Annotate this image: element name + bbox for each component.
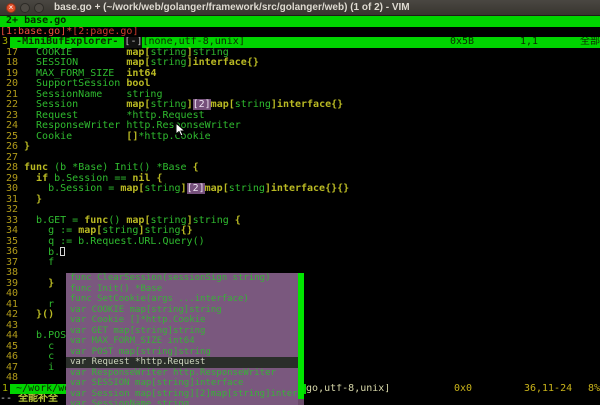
line-text: } — [18, 279, 54, 290]
popup-item[interactable]: var ResponseWriter http.ResponseWriter — [66, 368, 304, 379]
line-text: } — [18, 142, 30, 153]
line-text: q := b.Request.URL.Query() — [18, 237, 205, 248]
line-text: }() — [18, 310, 54, 321]
line-number: 42 — [0, 310, 18, 321]
minibuf-hex-value: 0x5B — [450, 37, 520, 48]
popup-item[interactable]: var POST map[string]string — [66, 347, 304, 358]
code-line[interactable]: 35 q := b.Request.URL.Query() — [0, 237, 600, 248]
minibuf-ruler: 0x5B 1,1 全部 — [450, 37, 600, 48]
code-line[interactable]: 36 b. — [0, 247, 600, 258]
file-status-right: go,utf-8,unix] 0x0 36,11-24 8% — [306, 384, 600, 395]
line-number: 44 — [0, 331, 18, 342]
line-number: 46 — [0, 352, 18, 363]
line-text: i — [18, 363, 54, 374]
popup-item[interactable]: func ClearSession(sessionSign string) — [66, 273, 304, 284]
line-number: 36 — [0, 247, 18, 258]
popup-item[interactable]: var Session map[string][2]map[string]int… — [66, 389, 304, 400]
popup-item[interactable]: func SetCookie(args ...interface) — [66, 294, 304, 305]
code-line[interactable]: 30 b.Session = map[string][2]map[string]… — [0, 184, 600, 195]
popup-scrollbar-thumb[interactable] — [298, 273, 304, 399]
buffer-entry-page-go[interactable]: [2:page.go] — [72, 27, 138, 37]
line-text: } — [18, 195, 42, 206]
line-number: 38 — [0, 268, 18, 279]
tab-base-go[interactable]: 2+ base.go — [0, 16, 72, 26]
minibufexplorer-buffer-list: [1:base.go]*[2:page.go] — [0, 27, 600, 38]
popup-item[interactable]: var SessionName string — [66, 399, 304, 405]
insert-cursor — [60, 247, 65, 256]
line-number: 32 — [0, 205, 18, 216]
popup-item[interactable]: var COOKIE map[string]string — [66, 305, 304, 316]
line-number: 26 — [0, 142, 18, 153]
vim-tabline: 2+ base.go — [0, 16, 600, 27]
line-number: 48 — [0, 373, 18, 384]
file-format-chip: go,utf-8,unix] — [306, 384, 390, 395]
cmdline-dashes: -- — [0, 394, 18, 404]
line-text: b.Session = map[string][2]map[string]int… — [18, 184, 349, 195]
window-minimize-button[interactable] — [20, 3, 30, 13]
line-number: 34 — [0, 226, 18, 237]
window-title: base.go + (~/work/web/golanger/framework… — [54, 2, 410, 13]
file-cursor-pos: 36,11-24 — [524, 384, 588, 395]
minibuf-scroll-pct: 全部 — [580, 37, 600, 48]
popup-item[interactable]: var SESSION map[string]interface — [66, 378, 304, 389]
window-titlebar: × base.go + (~/work/web/golanger/framewo… — [0, 0, 600, 16]
line-number: 22 — [0, 100, 18, 111]
popup-scrollbar[interactable] — [298, 273, 304, 405]
line-number: 20 — [0, 79, 18, 90]
vim-screen: 2+ base.go [1:base.go]*[2:page.go] 3 -Mi… — [0, 16, 600, 405]
code-line[interactable]: 31 } — [0, 195, 600, 206]
popup-item[interactable]: var MAX_FORM_SIZE int64 — [66, 336, 304, 347]
line-number: 18 — [0, 58, 18, 69]
popup-item-selected[interactable]: var Request *http.Request — [66, 357, 304, 368]
code-line[interactable]: 26} — [0, 142, 600, 153]
line-number: 30 — [0, 184, 18, 195]
file-ruler: 0x0 36,11-24 8% — [454, 384, 600, 395]
line-text — [18, 373, 24, 384]
buffer-entry-base-go[interactable]: [1:base.go]* — [0, 27, 72, 37]
window-maximize-button[interactable] — [34, 3, 44, 13]
popup-item[interactable]: var Cookie []*http.Cookie — [66, 315, 304, 326]
line-number: 28 — [0, 163, 18, 174]
line-number: 40 — [0, 289, 18, 300]
popup-item[interactable]: var GET map[string]string — [66, 326, 304, 337]
file-scroll-pct: 8% — [588, 384, 600, 395]
line-number: 24 — [0, 121, 18, 132]
minibuf-buffer-number: 3 — [0, 37, 10, 48]
minibuf-cursor-pos: 1,1 — [520, 37, 580, 48]
completion-popup-menu: func ClearSession(sessionSign string)fun… — [66, 273, 304, 405]
mouse-cursor — [175, 122, 186, 138]
code-line[interactable]: 37 f — [0, 258, 600, 269]
code-line[interactable]: 25 Cookie []*http.Cookie — [0, 132, 600, 143]
popup-item[interactable]: func Init() *Base — [66, 284, 304, 295]
file-buffer-number: 1 — [0, 384, 10, 395]
line-text: f — [18, 258, 54, 269]
file-hex-value: 0x0 — [454, 384, 524, 395]
window-close-button[interactable]: × — [6, 3, 16, 13]
